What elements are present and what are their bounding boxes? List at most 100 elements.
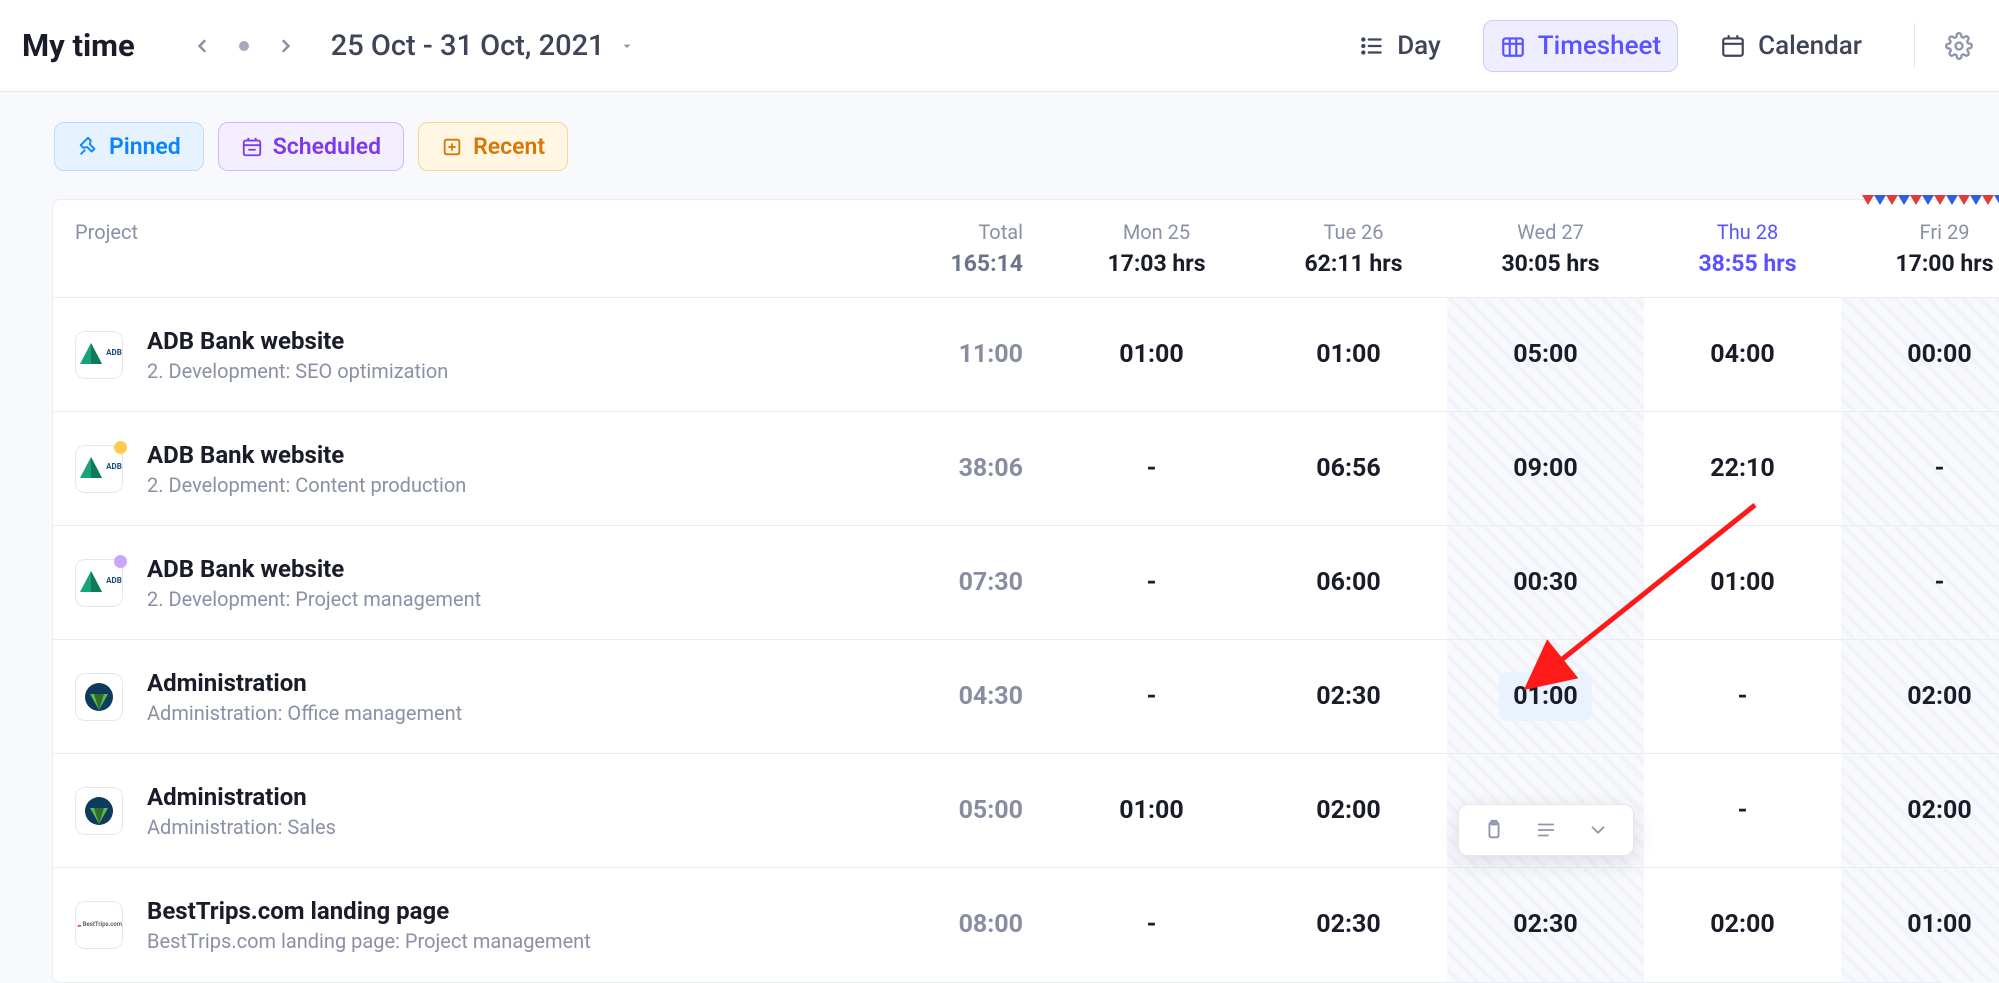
project-cell[interactable]: Administration Administration: Sales bbox=[53, 754, 853, 868]
timesheet-thead: Project Total165:14 Mon 2517:03 hrs Tue … bbox=[53, 200, 1999, 298]
time-cell-thu[interactable]: - bbox=[1644, 640, 1841, 754]
time-cell-tue[interactable]: 01:00 bbox=[1250, 298, 1447, 412]
recent-icon bbox=[441, 136, 463, 158]
filter-pills: Pinned Scheduled Recent bbox=[0, 122, 1999, 199]
project-title: ADB Bank website bbox=[147, 441, 466, 469]
view-timesheet[interactable]: Timesheet bbox=[1483, 20, 1678, 72]
time-cell-thu[interactable]: 01:00 bbox=[1644, 526, 1841, 640]
time-cell-mon[interactable]: 01:00 bbox=[1053, 754, 1250, 868]
project-title: ADB Bank website bbox=[147, 327, 448, 355]
timesheet-icon bbox=[1500, 33, 1526, 59]
time-cell-wed[interactable]: 00:30 bbox=[1447, 526, 1644, 640]
date-range-picker[interactable]: 25 Oct - 31 Oct, 2021 bbox=[331, 29, 635, 63]
time-cell-tue[interactable]: 02:30 bbox=[1250, 640, 1447, 754]
col-wed-header[interactable]: Wed 2730:05 hrs bbox=[1447, 200, 1644, 298]
project-icon bbox=[75, 673, 123, 721]
project-title: Administration bbox=[147, 669, 462, 697]
pill-scheduled-label: Scheduled bbox=[273, 133, 381, 160]
row-total: 08:00 bbox=[853, 868, 1053, 982]
pill-scheduled[interactable]: Scheduled bbox=[218, 122, 404, 171]
table-row: BestTrips.com BestTrips.com landing page… bbox=[53, 868, 1999, 982]
time-cell-mon[interactable]: - bbox=[1053, 526, 1250, 640]
time-cell-tue[interactable]: 06:00 bbox=[1250, 526, 1447, 640]
calendar-icon bbox=[1720, 33, 1746, 59]
header-bar: My time 25 Oct - 31 Oct, 2021 Day Timesh… bbox=[0, 0, 1999, 92]
project-icon bbox=[75, 787, 123, 835]
chevron-right-icon bbox=[276, 36, 296, 56]
view-day-label: Day bbox=[1397, 31, 1441, 61]
view-calendar[interactable]: Calendar bbox=[1704, 21, 1878, 71]
row-total: 04:30 bbox=[853, 640, 1053, 754]
project-cell[interactable]: ADB ADB Bank website 2. Development: Con… bbox=[53, 412, 853, 526]
project-subtitle: 2. Development: Content production bbox=[147, 473, 466, 497]
chevron-down-icon bbox=[1587, 819, 1609, 841]
settings-button[interactable] bbox=[1914, 23, 1973, 69]
view-timesheet-label: Timesheet bbox=[1538, 31, 1661, 61]
project-title: Administration bbox=[147, 783, 336, 811]
time-cell-tue[interactable]: 06:56 bbox=[1250, 412, 1447, 526]
pill-recent[interactable]: Recent bbox=[418, 122, 568, 171]
col-tue-header[interactable]: Tue 2662:11 hrs bbox=[1250, 200, 1447, 298]
row-total: 07:30 bbox=[853, 526, 1053, 640]
clipboard-icon bbox=[1483, 819, 1505, 841]
body: Pinned Scheduled Recent Project Total165… bbox=[0, 92, 1999, 983]
time-cell-tue[interactable]: 02:00 bbox=[1250, 754, 1447, 868]
time-cell-wed[interactable]: - bbox=[1447, 754, 1644, 868]
time-cell-fri[interactable]: 02:00 bbox=[1841, 754, 1999, 868]
time-cell-wed[interactable]: 05:00 bbox=[1447, 298, 1644, 412]
time-cell-thu[interactable]: 22:10 bbox=[1644, 412, 1841, 526]
cell-toolbar bbox=[1458, 804, 1634, 856]
project-icon: BestTrips.com bbox=[75, 901, 123, 949]
time-cell-fri[interactable]: 00:00 bbox=[1841, 298, 1999, 412]
row-total: 05:00 bbox=[853, 754, 1053, 868]
table-row: ADB ADB Bank website 2. Development: Con… bbox=[53, 412, 1999, 526]
time-cell-thu[interactable]: 04:00 bbox=[1644, 298, 1841, 412]
time-cell-mon[interactable]: 01:00 bbox=[1053, 298, 1250, 412]
date-range-label: 25 Oct - 31 Oct, 2021 bbox=[331, 29, 605, 63]
project-cell[interactable]: Administration Administration: Office ma… bbox=[53, 640, 853, 754]
table-row: ADB ADB Bank website 2. Development: SEO… bbox=[53, 298, 1999, 412]
project-icon: ADB bbox=[75, 559, 123, 607]
project-cell[interactable]: BestTrips.com BestTrips.com landing page… bbox=[53, 868, 853, 982]
caret-down-icon bbox=[619, 38, 635, 54]
timesheet-table: Project Total165:14 Mon 2517:03 hrs Tue … bbox=[53, 200, 1999, 982]
toolbar-description-button[interactable] bbox=[1533, 817, 1559, 843]
project-icon: ADB bbox=[75, 445, 123, 493]
time-cell-fri[interactable]: 02:00 bbox=[1841, 640, 1999, 754]
list-icon bbox=[1359, 33, 1385, 59]
time-cell-tue[interactable]: 02:30 bbox=[1250, 868, 1447, 982]
pill-pinned[interactable]: Pinned bbox=[54, 122, 204, 171]
table-row: ADB ADB Bank website 2. Development: Pro… bbox=[53, 526, 1999, 640]
col-mon-header[interactable]: Mon 2517:03 hrs bbox=[1053, 200, 1250, 298]
project-cell[interactable]: ADB ADB Bank website 2. Development: SEO… bbox=[53, 298, 853, 412]
project-subtitle: BestTrips.com landing page: Project mana… bbox=[147, 929, 591, 953]
time-cell-fri[interactable]: - bbox=[1841, 526, 1999, 640]
schedule-icon bbox=[241, 136, 263, 158]
project-subtitle: Administration: Office management bbox=[147, 701, 462, 725]
project-title: BestTrips.com landing page bbox=[147, 897, 591, 925]
toolbar-note-button[interactable] bbox=[1481, 817, 1507, 843]
project-title: ADB Bank website bbox=[147, 555, 481, 583]
next-week-button[interactable] bbox=[265, 25, 307, 67]
time-cell-wed[interactable]: 09:00 bbox=[1447, 412, 1644, 526]
view-day[interactable]: Day bbox=[1343, 21, 1457, 71]
time-cell-mon[interactable]: - bbox=[1053, 640, 1250, 754]
col-fri-header[interactable]: Fri 2917:00 hrs bbox=[1841, 200, 1999, 298]
time-cell-mon[interactable]: - bbox=[1053, 868, 1250, 982]
time-cell-mon[interactable]: - bbox=[1053, 412, 1250, 526]
project-cell[interactable]: ADB ADB Bank website 2. Development: Pro… bbox=[53, 526, 853, 640]
time-cell-wed[interactable]: 02:30 bbox=[1447, 868, 1644, 982]
time-cell-wed[interactable]: 01:00 bbox=[1447, 640, 1644, 754]
view-switch: Day Timesheet Calendar bbox=[1343, 20, 1878, 72]
today-button[interactable] bbox=[223, 25, 265, 67]
prev-week-button[interactable] bbox=[181, 25, 223, 67]
project-subtitle: Administration: Sales bbox=[147, 815, 336, 839]
col-thu-header[interactable]: Thu 2838:55 hrs bbox=[1644, 200, 1841, 298]
time-cell-fri[interactable]: - bbox=[1841, 412, 1999, 526]
time-cell-thu[interactable]: - bbox=[1644, 754, 1841, 868]
pin-icon bbox=[77, 136, 99, 158]
row-total: 11:00 bbox=[853, 298, 1053, 412]
time-cell-fri[interactable]: 01:00 bbox=[1841, 868, 1999, 982]
time-cell-thu[interactable]: 02:00 bbox=[1644, 868, 1841, 982]
toolbar-expand-button[interactable] bbox=[1585, 817, 1611, 843]
